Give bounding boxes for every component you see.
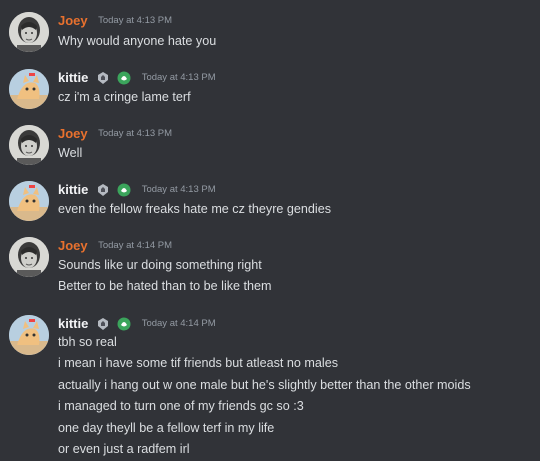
message-text: Why would anyone hate you <box>58 34 217 48</box>
message-header: Joey Today at 4:13 PM <box>58 125 172 143</box>
avatar[interactable] <box>9 181 49 221</box>
username[interactable]: Joey <box>58 238 88 253</box>
timestamp[interactable]: Today at 4:14 PM <box>142 318 216 329</box>
message-text: Sounds like ur doing something right <box>58 258 262 272</box>
joey-avatar-image <box>9 237 49 277</box>
username[interactable]: kittie <box>58 316 88 331</box>
message-text: Well <box>58 146 83 160</box>
timestamp[interactable]: Today at 4:13 PM <box>98 128 172 139</box>
joey-avatar-image <box>9 12 49 52</box>
message-header: kittie Today at 4:14 PM <box>58 315 216 333</box>
leaf-badge-icon[interactable] <box>117 317 131 331</box>
username[interactable]: kittie <box>58 182 88 197</box>
username[interactable]: Joey <box>58 126 88 141</box>
message-text: Better to be hated than to be like them <box>58 279 272 293</box>
message-text: cz i'm a cringe lame terf <box>58 90 191 104</box>
timestamp[interactable]: Today at 4:14 PM <box>98 240 172 251</box>
message-text: or even just a radfem irl <box>58 442 190 456</box>
username[interactable]: kittie <box>58 70 88 85</box>
guild-tag-icon[interactable] <box>96 317 110 331</box>
timestamp[interactable]: Today at 4:13 PM <box>98 15 172 26</box>
message-header: kittie Today at 4:13 PM <box>58 69 216 87</box>
avatar[interactable] <box>9 12 49 52</box>
message-header: Joey Today at 4:14 PM <box>58 237 172 255</box>
username[interactable]: Joey <box>58 13 88 28</box>
chat-message-list: Joey Today at 4:13 PM Why would anyone h… <box>0 0 540 461</box>
kittie-avatar-image <box>9 69 49 109</box>
avatar[interactable] <box>9 315 49 355</box>
guild-tag-icon[interactable] <box>96 71 110 85</box>
guild-tag-icon[interactable] <box>96 183 110 197</box>
message-text: tbh so real <box>58 335 117 349</box>
message-header: Joey Today at 4:13 PM <box>58 12 172 30</box>
avatar[interactable] <box>9 69 49 109</box>
kittie-avatar-image <box>9 315 49 355</box>
joey-avatar-image <box>9 125 49 165</box>
message-header: kittie Today at 4:13 PM <box>58 181 216 199</box>
message-text: actually i hang out w one male but he's … <box>58 378 471 392</box>
message-text: even the fellow freaks hate me cz theyre… <box>58 202 332 216</box>
message-text: i mean i have some tif friends but atlea… <box>58 356 339 370</box>
avatar[interactable] <box>9 237 49 277</box>
message-text: i managed to turn one of my friends gc s… <box>58 399 304 413</box>
message-text: one day theyll be a fellow terf in my li… <box>58 421 275 435</box>
kittie-avatar-image <box>9 181 49 221</box>
leaf-badge-icon[interactable] <box>117 183 131 197</box>
timestamp[interactable]: Today at 4:13 PM <box>142 184 216 195</box>
leaf-badge-icon[interactable] <box>117 71 131 85</box>
avatar[interactable] <box>9 125 49 165</box>
timestamp[interactable]: Today at 4:13 PM <box>142 72 216 83</box>
